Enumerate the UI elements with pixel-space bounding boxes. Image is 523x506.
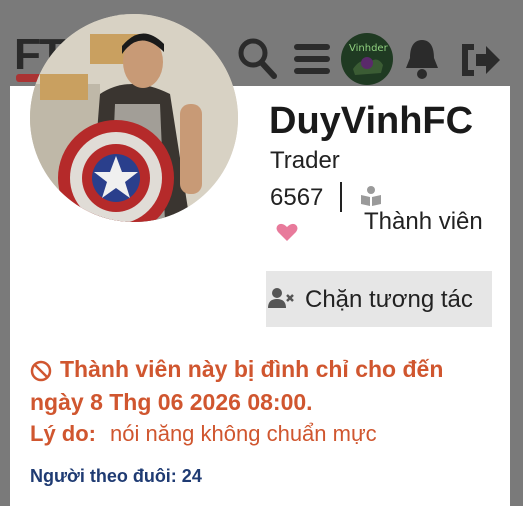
member-label: Thành viên <box>364 208 483 235</box>
suspension-notice-line2: ngày 8 Thg 06 2026 08:00. <box>30 389 313 415</box>
user-points: 6567 <box>270 184 324 211</box>
username: DuyVinhFC <box>269 100 474 142</box>
block-button-label: Chặn tương tác <box>305 286 473 313</box>
book-icon <box>361 186 381 206</box>
heart-icon[interactable] <box>276 222 298 242</box>
suspension-notice-line1: Thành viên này bị đình chỉ cho đến <box>60 356 444 382</box>
user-block-icon <box>268 288 294 308</box>
reason-label: Lý do: <box>30 421 96 446</box>
followers-count[interactable]: Người theo đuôi: 24 <box>30 466 202 487</box>
user-role: Trader <box>270 147 340 174</box>
logout-icon[interactable] <box>458 40 502 80</box>
profile-avatar <box>30 14 238 222</box>
search-icon[interactable] <box>236 36 278 80</box>
nav-user-avatar[interactable]: Vinhder <box>341 33 393 85</box>
menu-icon[interactable] <box>294 42 330 76</box>
stats-divider <box>340 182 342 212</box>
avatar-photo <box>30 14 238 222</box>
ban-icon <box>30 360 52 382</box>
nav-avatar-art <box>353 57 383 75</box>
bell-icon[interactable] <box>402 36 442 80</box>
reason-text: nói năng không chuẩn mực <box>110 421 377 446</box>
